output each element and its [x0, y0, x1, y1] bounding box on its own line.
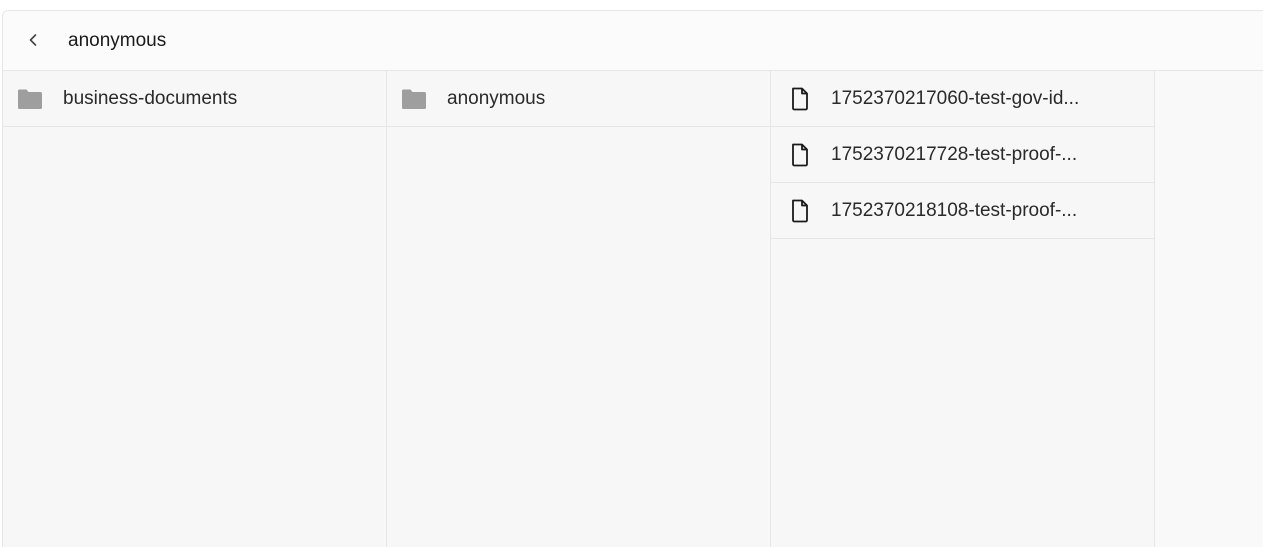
columns-container: business-documents anonymous 17523702170…: [3, 71, 1263, 547]
file-item-label: 1752370218108-test-proof-...: [831, 200, 1078, 221]
folder-icon: [401, 87, 427, 111]
folder-item-label: anonymous: [447, 88, 546, 109]
column-level-3: 1752370217060-test-gov-id... 17523702177…: [771, 71, 1155, 547]
file-item[interactable]: 1752370217728-test-proof-...: [771, 127, 1154, 183]
column-level-2: anonymous: [387, 71, 771, 547]
file-icon: [787, 87, 813, 111]
empty-column-area: [1155, 71, 1263, 547]
column-browser: anonymous business-documents anonymous 1…: [2, 10, 1263, 547]
file-item[interactable]: 1752370217060-test-gov-id...: [771, 71, 1154, 127]
header-bar: anonymous: [3, 11, 1263, 71]
back-button[interactable]: [21, 28, 45, 52]
file-icon: [787, 199, 813, 223]
column-level-1: business-documents: [3, 71, 387, 547]
folder-item-business-documents[interactable]: business-documents: [3, 71, 386, 127]
file-item-label: 1752370217060-test-gov-id...: [831, 88, 1080, 109]
file-item-label: 1752370217728-test-proof-...: [831, 144, 1078, 165]
folder-item-anonymous[interactable]: anonymous: [387, 71, 770, 127]
folder-item-label: business-documents: [63, 88, 238, 109]
chevron-left-icon: [29, 34, 37, 46]
file-item[interactable]: 1752370218108-test-proof-...: [771, 183, 1154, 239]
folder-icon: [17, 87, 43, 111]
file-icon: [787, 143, 813, 167]
current-folder-title: anonymous: [68, 30, 167, 51]
